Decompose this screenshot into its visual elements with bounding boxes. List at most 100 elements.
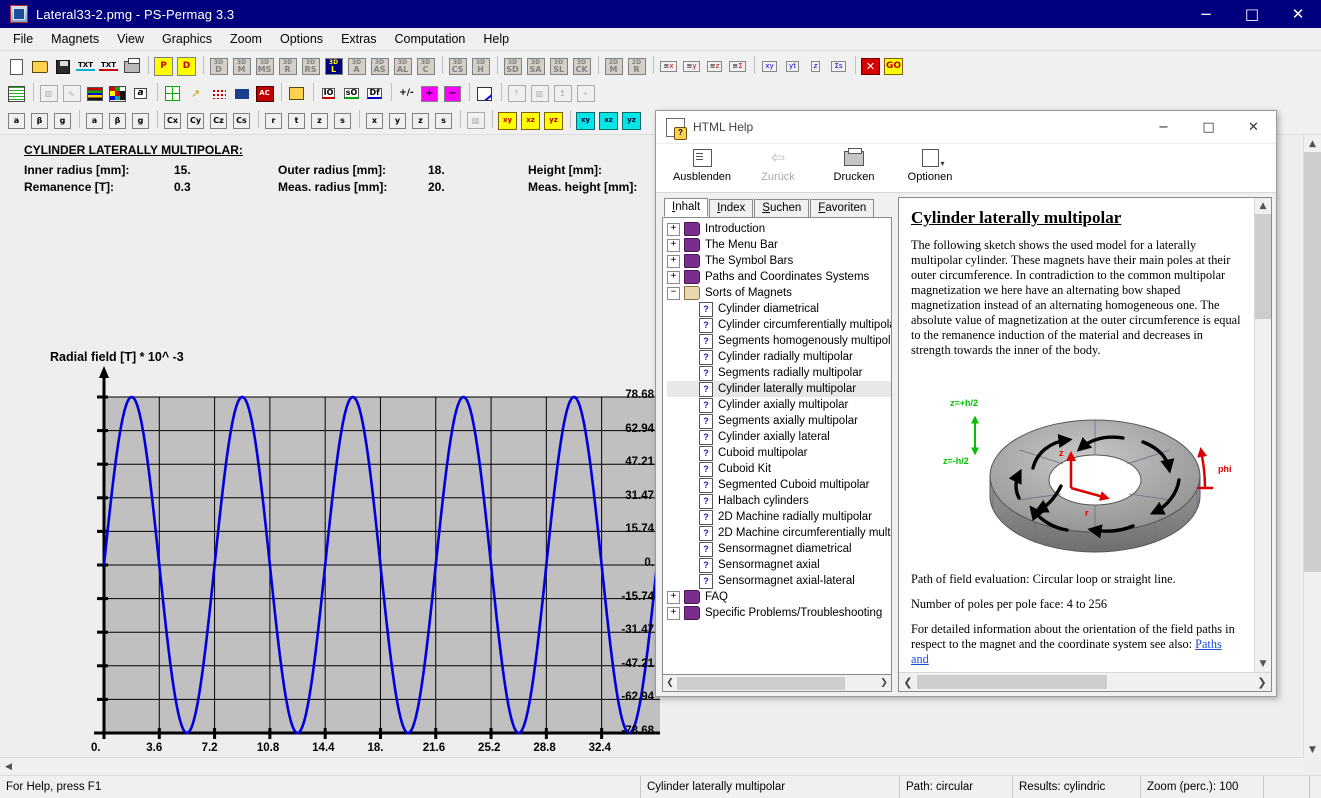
cyl-lateral-button[interactable]: 3DL	[323, 56, 344, 77]
scroll-left-arrow[interactable]: ◀	[0, 758, 17, 775]
help-tree-item[interactable]: ?Cylinder laterally multipolar	[667, 381, 891, 397]
new-button[interactable]	[6, 56, 27, 77]
bar-r-button[interactable]: r	[263, 110, 284, 131]
stop-button[interactable]: ✕	[860, 56, 881, 77]
segments-multipolar-button[interactable]: 3DMS	[254, 56, 275, 77]
help-print-button[interactable]: Drucken	[816, 144, 892, 190]
machine-2d-r-button[interactable]: 2DR	[626, 56, 647, 77]
tree-expander-icon[interactable]: +	[667, 223, 680, 236]
sensor-axial-button[interactable]: 3DSA	[525, 56, 546, 77]
tree-expander-icon[interactable]: +	[667, 255, 680, 268]
help-tree-item[interactable]: +FAQ	[667, 589, 891, 605]
go-button[interactable]: GO	[883, 56, 904, 77]
help-doc-scroll-left-arrow[interactable]: ❮	[899, 676, 917, 689]
vertical-scroll-thumb[interactable]	[1304, 152, 1321, 572]
tree-expander-icon[interactable]: +	[667, 271, 680, 284]
cx-button[interactable]: Cx	[162, 110, 183, 131]
alpha-b-button[interactable]: β	[29, 110, 50, 131]
coord-xy-button[interactable]: xy	[759, 56, 780, 77]
help-tab-inhalt[interactable]: Inhalt	[664, 198, 708, 217]
menu-item-zoom[interactable]: Zoom	[221, 29, 271, 49]
help-tree-item[interactable]: ?Segments axially multipolar	[667, 413, 891, 429]
coord-yt-button[interactable]: yt	[782, 56, 803, 77]
tree-expander-icon[interactable]: +	[667, 239, 680, 252]
bar-z-button[interactable]: z	[309, 110, 330, 131]
scroll-down-arrow[interactable]: ▼	[1304, 741, 1321, 758]
alpha-g-button[interactable]: g	[52, 110, 73, 131]
cy-button[interactable]: Cy	[185, 110, 206, 131]
cyl-multipolar-button[interactable]: 3DM	[231, 56, 252, 77]
scroll-up-arrow[interactable]: ▲	[1304, 135, 1321, 152]
tree-scroll-left-arrow[interactable]: ❮	[663, 678, 677, 688]
tree-horizontal-scrollbar[interactable]: ❮ ❯	[662, 675, 892, 692]
color-bars-button[interactable]	[84, 83, 105, 104]
cyl-axial-lateral-button[interactable]: 3DAL	[392, 56, 413, 77]
help-tree-item[interactable]: ?Sensormagnet axial	[667, 557, 891, 573]
plot-a-button[interactable]: a	[84, 110, 105, 131]
help-tab-index[interactable]: Index	[709, 199, 753, 217]
help-doc-hscroll-thumb[interactable]	[917, 675, 1107, 689]
plus-minus-button[interactable]: +/-	[396, 83, 417, 104]
xy-plot-2-button[interactable]: y	[387, 110, 408, 131]
cuboid-kit-button[interactable]: 3DCK	[571, 56, 592, 77]
tree-expander-icon[interactable]: +	[667, 591, 680, 604]
halbach-button[interactable]: 3DH	[470, 56, 491, 77]
help-tree-item[interactable]: ?Cylinder diametrical	[667, 301, 891, 317]
vec-xy-button[interactable]: xy	[497, 110, 518, 131]
cyl-radial-button[interactable]: 3DR	[277, 56, 298, 77]
menu-item-magnets[interactable]: Magnets	[42, 29, 108, 49]
path-x-button[interactable]: ≡x	[658, 56, 679, 77]
surf-xy-button[interactable]: xy	[575, 110, 596, 131]
cs-button[interactable]: Cs	[231, 110, 252, 131]
segments-radial-button[interactable]: 3DRS	[300, 56, 321, 77]
tree-expander-icon[interactable]: −	[667, 287, 680, 300]
xy-plot-1-button[interactable]: x	[364, 110, 385, 131]
help-tree-item[interactable]: +The Menu Bar	[667, 237, 891, 253]
help-doc-scroll-thumb[interactable]	[1255, 214, 1271, 319]
export-txt-button[interactable]: TXT	[98, 56, 119, 77]
minimize-button[interactable]: −	[1183, 0, 1229, 28]
help-close-button[interactable]: ✕	[1231, 111, 1276, 143]
xy-plot-4-button[interactable]: s	[433, 110, 454, 131]
help-tree-item[interactable]: ?Cuboid Kit	[667, 461, 891, 477]
help-doc-scroll-up-arrow[interactable]: ▲	[1255, 198, 1271, 214]
coord-s-button[interactable]: Σs	[828, 56, 849, 77]
path-z-button[interactable]: ≡z	[704, 56, 725, 77]
xy-plot-3-button[interactable]: z	[410, 110, 431, 131]
axes-toggle-button[interactable]: ↗	[185, 83, 206, 104]
tool-a-button[interactable]: ⤒	[506, 83, 527, 104]
cz-button[interactable]: Cz	[208, 110, 229, 131]
save-button[interactable]	[52, 56, 73, 77]
main-vertical-scrollbar[interactable]: ▲ ▼	[1303, 135, 1321, 758]
maximize-button[interactable]: □	[1229, 0, 1275, 28]
help-document-horizontal-scrollbar[interactable]: ❮ ❯	[899, 672, 1271, 691]
help-tree-item[interactable]: ?Sensormagnet axial-lateral	[667, 573, 891, 589]
parameters-button[interactable]: P	[153, 56, 174, 77]
help-tree-item[interactable]: ?Segments homogenously multipolar	[667, 333, 891, 349]
tool-b-button[interactable]: ▥	[529, 83, 550, 104]
zoom-in-button[interactable]: +	[419, 83, 440, 104]
plot-b-button[interactable]: β	[107, 110, 128, 131]
grid-toggle-button[interactable]	[162, 83, 183, 104]
data-list-button[interactable]: D	[176, 56, 197, 77]
help-tree-item[interactable]: ?2D Machine circumferentially multi	[667, 525, 891, 541]
graph-lines-button[interactable]	[6, 83, 27, 104]
help-tree-item[interactable]: ?Sensormagnet diametrical	[667, 541, 891, 557]
help-hide-button[interactable]: Ausblenden	[664, 144, 740, 190]
help-tab-suchen[interactable]: Suchen	[754, 199, 809, 217]
tree-scroll-right-arrow[interactable]: ❯	[877, 678, 891, 688]
cyl-axial-button[interactable]: 3DA	[346, 56, 367, 77]
help-tree-item[interactable]: ?Cylinder axially multipolar	[667, 397, 891, 413]
points-button[interactable]	[208, 83, 229, 104]
cyl-diametrical-button[interactable]: 3DD	[208, 56, 229, 77]
bar-s-button[interactable]: s	[332, 110, 353, 131]
contour-button[interactable]: ▨	[465, 110, 486, 131]
table-view-button[interactable]	[286, 83, 307, 104]
cuboid-button[interactable]: 3DC	[415, 56, 436, 77]
close-button[interactable]: ✕	[1275, 0, 1321, 28]
help-tree-item[interactable]: +Specific Problems/Troubleshooting	[667, 605, 891, 621]
main-horizontal-scrollbar[interactable]: ◀ ▶	[0, 757, 1304, 775]
machine-2d-m-button[interactable]: 2DM	[603, 56, 624, 77]
help-maximize-button[interactable]: □	[1186, 111, 1231, 143]
scatter-button[interactable]: ∿	[61, 83, 82, 104]
